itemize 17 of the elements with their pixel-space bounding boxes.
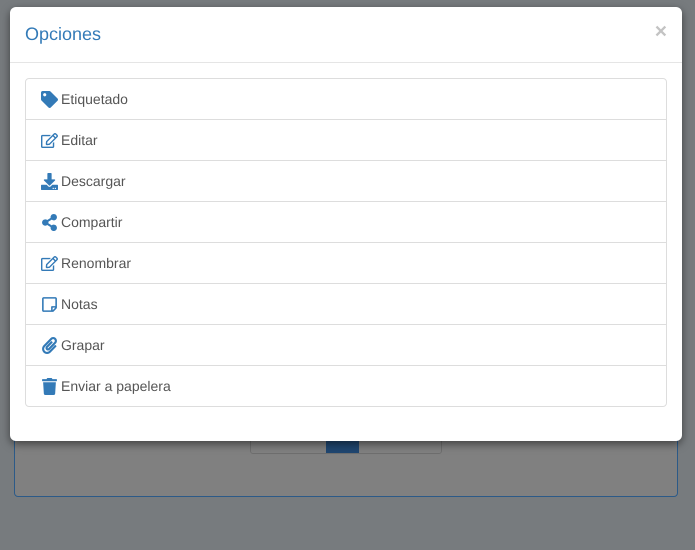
edit-icon: [41, 132, 58, 148]
note-icon: [41, 296, 58, 312]
option-item[interactable]: Editar: [26, 119, 666, 160]
option-item[interactable]: Etiquetado: [26, 79, 666, 119]
option-item[interactable]: Enviar a papelera: [26, 365, 666, 406]
option-item[interactable]: Renombrar: [26, 242, 666, 283]
tag-icon: [41, 90, 58, 108]
option-item[interactable]: Descargar: [26, 160, 666, 201]
paperclip-icon: [41, 336, 58, 354]
option-item[interactable]: Grapar: [26, 324, 666, 365]
edit-icon: [41, 254, 58, 272]
dialog-title: Opciones: [25, 24, 102, 45]
share-icon: [41, 214, 58, 230]
option-item[interactable]: Compartir: [26, 201, 666, 242]
option-item[interactable]: Notas: [26, 283, 666, 324]
trash-icon: [41, 378, 58, 394]
download-icon: [41, 172, 58, 190]
